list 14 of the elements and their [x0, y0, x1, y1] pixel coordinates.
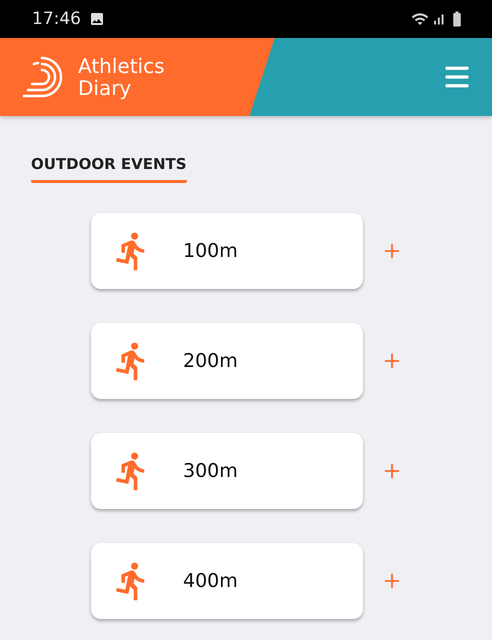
- app-title: Diary: [78, 77, 132, 99]
- signal-icon: [431, 12, 446, 26]
- event-label: 100m: [183, 240, 238, 262]
- event-label: 300m: [183, 460, 238, 482]
- image-icon: [89, 11, 105, 27]
- event-card[interactable]: 400m: [91, 543, 363, 619]
- section-title: OUTDOOR EVENTS: [31, 155, 187, 183]
- event-card[interactable]: 200m: [91, 323, 363, 399]
- event-label: 200m: [183, 350, 238, 372]
- event-card[interactable]: 300m: [91, 433, 363, 509]
- app-title: Athletics: [78, 55, 165, 77]
- event-label: 400m: [183, 570, 238, 592]
- event-card[interactable]: 100m: [91, 213, 363, 289]
- status-time: 17:46: [32, 9, 81, 29]
